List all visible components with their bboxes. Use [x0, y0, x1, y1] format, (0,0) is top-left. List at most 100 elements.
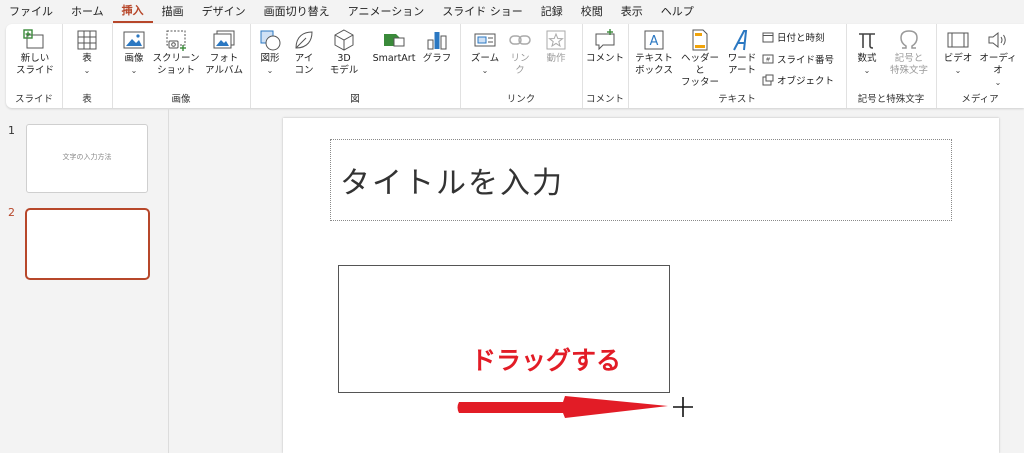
photo-album-label-2: アルバム: [205, 65, 243, 76]
comment-label: コメント: [586, 53, 625, 64]
omega-icon: [900, 30, 918, 49]
object-label: オブジェクト: [777, 76, 835, 87]
title-placeholder[interactable]: タイトルを入力: [330, 139, 952, 221]
menu-insert[interactable]: 挿入: [112, 1, 153, 23]
chevron-down-icon: ⌄: [266, 66, 274, 75]
icons-label-2: コン: [294, 65, 314, 76]
pi-icon: [859, 33, 875, 49]
3d-models-label-2: モデル: [329, 65, 359, 76]
zoom-icon: [474, 33, 496, 47]
wordart-label-2: アート: [728, 65, 756, 76]
cube-icon: [334, 29, 354, 51]
chevron-down-icon: ⌄: [863, 66, 871, 75]
slide-1-thumbnail[interactable]: 文字の入力方法: [26, 124, 148, 193]
group-label-link: リンク: [506, 94, 536, 105]
menu-animations[interactable]: アニメーション: [339, 0, 434, 24]
group-comment: コメント コメント: [582, 24, 629, 108]
new-slide-label-2: スライド: [15, 65, 54, 76]
object-button[interactable]: オブジェクト: [762, 73, 834, 87]
group-label-slide: スライド: [14, 94, 53, 105]
new-slide-button[interactable]: 新しい スライド: [12, 28, 58, 77]
group-slide: 新しい スライド スライド: [6, 24, 63, 108]
wordart-button[interactable]: ワード アート: [724, 28, 760, 77]
photo-album-icon: [213, 30, 235, 49]
header-footer-icon: [692, 29, 708, 51]
image-button[interactable]: 画像 ⌄: [118, 28, 150, 77]
menu-file[interactable]: ファイル: [0, 0, 62, 24]
screenshot-icon: [166, 30, 186, 51]
drag-arrow-icon: [457, 396, 668, 418]
header-footer-button[interactable]: ヘッダーと フッター: [678, 28, 722, 89]
zoom-label: ズーム: [470, 53, 500, 64]
slide-canvas[interactable]: タイトルを入力 ドラッグする: [283, 118, 999, 453]
photo-album-button[interactable]: フォト アルバム: [200, 28, 248, 77]
audio-label: オーディオ: [979, 53, 1017, 76]
slide-number-label: スライド番号: [777, 55, 835, 66]
action-button[interactable]: 動作: [540, 28, 572, 65]
chevron-down-icon: ⌄: [481, 66, 489, 75]
new-slide-icon: [23, 29, 44, 49]
crosshair-cursor-icon: [673, 397, 693, 417]
wordart-icon: [733, 30, 748, 51]
bar-chart-icon: [427, 32, 447, 50]
slide-2-number: 2: [8, 206, 15, 219]
image-label: 画像: [124, 53, 144, 64]
menu-transitions[interactable]: 画面切り替え: [255, 0, 339, 24]
group-image: 画像 ⌄ スクリーン ショット フォト アルバム 画像: [112, 24, 251, 108]
menu-slideshow[interactable]: スライド ショー: [433, 0, 532, 24]
symbol-button[interactable]: 記号と 特殊文字: [886, 28, 932, 77]
group-media: ビデオ ⌄ オーディオ ⌄ メディア: [936, 24, 1024, 108]
group-label-media: メディア: [961, 94, 999, 105]
drag-annotation: ドラッグする: [471, 346, 622, 375]
table-label: 表: [82, 53, 92, 64]
slide-2-thumbnail[interactable]: [25, 208, 150, 280]
3d-models-label-1: 3D: [337, 53, 351, 64]
menu-record[interactable]: 記録: [532, 0, 572, 24]
equation-label: 数式: [857, 53, 877, 64]
smartart-label: SmartArt: [372, 53, 416, 64]
icons-button[interactable]: アイ コン: [290, 28, 318, 77]
shapes-label: 図形: [260, 53, 280, 64]
chevron-down-icon: ⌄: [954, 66, 962, 75]
symbol-label-2: 特殊文字: [889, 65, 928, 76]
slide-1-title: 文字の入力方法: [62, 153, 112, 161]
object-icon: [762, 74, 774, 86]
audio-button[interactable]: オーディオ ⌄: [976, 28, 1020, 89]
chart-button[interactable]: グラフ: [422, 28, 452, 65]
video-label: ビデオ: [943, 53, 973, 64]
date-time-label: 日付と時刻: [777, 33, 825, 44]
zoom-button[interactable]: ズーム ⌄: [468, 28, 502, 77]
group-label-text: テキスト: [718, 94, 756, 105]
menu-view[interactable]: 表示: [612, 0, 652, 24]
group-symbols: 数式 ⌄ 記号と 特殊文字 記号と特殊文字: [846, 24, 937, 108]
action-label: 動作: [546, 53, 566, 64]
menu-design[interactable]: デザイン: [193, 0, 255, 24]
menu-review[interactable]: 校閲: [572, 0, 612, 24]
menu-help[interactable]: ヘルプ: [652, 0, 703, 24]
video-button[interactable]: ビデオ ⌄: [942, 28, 974, 77]
group-label-figure: 図: [350, 94, 360, 105]
textbox-label-2: ボックス: [635, 65, 673, 76]
link-button[interactable]: リン ク: [506, 28, 534, 77]
header-footer-label-2: フッター: [680, 77, 719, 88]
link-label-1: リン: [510, 53, 530, 64]
svg-text:A: A: [650, 34, 659, 49]
table-button[interactable]: 表 ⌄: [72, 28, 102, 77]
link-icon: [509, 35, 531, 45]
menu-home[interactable]: ホーム: [62, 0, 113, 24]
3d-models-button[interactable]: 3D モデル: [324, 28, 364, 77]
smartart-button[interactable]: SmartArt: [368, 28, 420, 65]
shapes-button[interactable]: 図形 ⌄: [256, 28, 284, 77]
group-figure: 図形 ⌄ アイ コン 3D モデル SmartArt グラフ 図: [250, 24, 461, 108]
menu-draw[interactable]: 描画: [153, 0, 193, 24]
screenshot-button[interactable]: スクリーン ショット: [152, 28, 200, 77]
speaker-icon: [988, 31, 1006, 49]
date-time-button[interactable]: 日付と時刻: [762, 30, 825, 44]
comment-button[interactable]: コメント: [586, 28, 624, 65]
svg-text:#: #: [765, 57, 770, 64]
comment-icon: [595, 29, 615, 51]
new-slide-label-1: 新しい: [20, 53, 50, 64]
equation-button[interactable]: 数式 ⌄: [852, 28, 882, 77]
textbox-button[interactable]: A テキスト ボックス: [634, 28, 674, 77]
slide-number-button[interactable]: # スライド番号: [762, 52, 834, 66]
